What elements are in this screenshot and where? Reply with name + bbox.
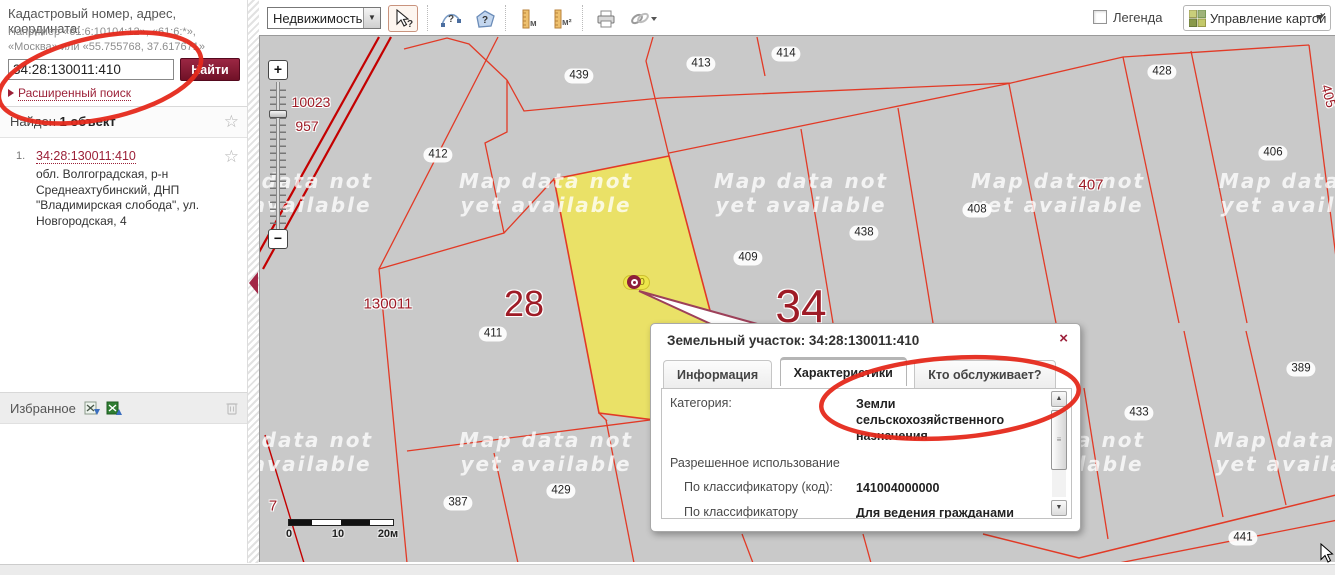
measure-distance-button[interactable]: м [513,5,543,32]
search-input[interactable] [8,59,174,80]
svg-text:м: м [530,18,537,28]
zoom-in-button[interactable]: + [268,60,288,80]
results-header: Найден 1 объект ☆ [0,106,247,138]
map-control-button[interactable]: Управление картой [1183,5,1331,31]
selected-parcel-marker-icon[interactable] [627,275,641,289]
toolbar-separator [582,5,583,31]
print-button[interactable] [590,5,620,32]
svg-text:?: ? [407,19,413,30]
svg-text:?: ? [482,15,488,26]
layer-select[interactable]: Недвижимость ▼ [267,7,381,29]
ruler-square-meters-icon: м² [552,9,574,30]
scale-label-0: 0 [286,528,292,540]
classifier-desc-label: По классификатору (описание): [670,505,856,519]
popup-title: Земельный участок: 34:28:130011:410 [667,333,919,348]
printer-icon [595,9,617,30]
find-button[interactable]: Найти [180,58,240,81]
identify-cursor-icon: ? [393,9,415,30]
tab-characteristics[interactable]: Характеристики [780,357,907,386]
zoom-out-button[interactable]: − [268,229,288,249]
measure-curve-button[interactable]: ? [435,5,465,32]
identify-tool-button[interactable]: ? [388,5,418,32]
toolbar-separator [505,5,506,31]
favorites-bar: Избранное [0,392,247,424]
map-toolbar: Недвижимость ▼ ? ? ? [259,0,1335,35]
export-excel-icon[interactable] [84,401,102,417]
popup-tabs: Информация Характеристики Кто обслуживае… [663,357,1080,388]
search-sidebar: Кадастровый номер, адрес, координата: На… [0,0,247,563]
triangle-bullet-icon [8,89,14,97]
legend-label: Легенда [1113,10,1162,25]
tab-information[interactable]: Информация [663,360,772,388]
chain-link-icon [628,9,658,30]
category-label: Категория: [670,396,856,444]
result-index: 1. [16,150,25,162]
category-value: Земли сельскохозяйственного назначения [856,396,1045,444]
curve-measure-icon: ? [440,9,462,30]
result-cadastral-link[interactable]: 34:28:130011:410 [36,149,136,164]
ruler-meters-icon: м [518,9,540,30]
import-excel-icon[interactable] [106,401,124,417]
measure-polygon-button[interactable]: ? [469,5,499,32]
dropdown-caret-icon [1316,15,1324,20]
classifier-code-value: 141004000000 [856,480,939,496]
layers-grid-icon [1189,10,1206,27]
cadastral-map-app: Кадастровый номер, адрес, координата: На… [0,0,1335,575]
legend-checkbox[interactable] [1093,10,1107,24]
scale-label-10: 10 [332,528,344,540]
measure-area-button[interactable]: м² [547,5,577,32]
scroll-up-arrow-icon[interactable]: ▲ [1051,391,1067,407]
classifier-desc-value: Для ведения гражданами садоводства и ого… [856,505,1045,519]
scale-strip [288,519,394,526]
found-count: 1 объект [60,114,116,129]
map-control-label: Управление картой [1210,11,1326,26]
marker-dot [633,281,636,284]
tab-who-services[interactable]: Кто обслуживает? [914,360,1055,388]
svg-text:м²: м² [562,17,572,27]
scrollbar-thumb[interactable]: ≡ [1051,410,1067,470]
select-dropdown-arrow-icon: ▼ [363,8,380,28]
permitted-use-section-label: Разрешенное использование [670,456,1045,470]
search-hint-line1: Например «61:6:10104:12», «61:6:*», [8,26,243,38]
share-link-button[interactable] [623,5,661,32]
popup-close-icon[interactable]: × [1059,330,1068,347]
polygon-measure-icon: ? [474,9,496,30]
zoom-slider-thumb[interactable] [269,110,287,118]
parcel-info-popup: Земельный участок: 34:28:130011:410 × Ин… [650,323,1081,532]
favorite-all-star-icon[interactable]: ☆ [224,113,239,130]
scale-label-20m: 20м [378,528,398,540]
zoom-slider-track[interactable] [276,82,280,229]
layer-select-value: Недвижимость [273,11,362,26]
trash-icon[interactable] [225,400,239,416]
toolbar-separator [427,5,428,31]
result-address: обл. Волгоградская, р-н Среднеахтубински… [36,167,214,229]
svg-text:?: ? [448,14,454,25]
panel-splitter[interactable] [247,0,259,563]
classifier-code-label: По классификатору (код): [670,480,856,496]
advanced-search-link[interactable]: Расширенный поиск [8,86,131,100]
found-label: Найден [10,114,56,129]
popup-scrollbar: ▲ ≡ ▼ [1051,391,1068,516]
map-canvas[interactable]: Map data notyet availableMap data notyet… [259,35,1335,562]
bottom-scrollbar[interactable] [0,564,1335,575]
favorite-star-icon[interactable]: ☆ [224,148,239,165]
collapse-panel-arrow-icon[interactable] [249,272,258,294]
scroll-down-arrow-icon[interactable]: ▼ [1051,500,1067,516]
popup-content: Категория: Земли сельскохозяйственного н… [661,388,1072,519]
favorites-label: Избранное [10,401,76,416]
search-hint-line2: «Москва» или «55.755768, 37.617671» [8,41,243,53]
